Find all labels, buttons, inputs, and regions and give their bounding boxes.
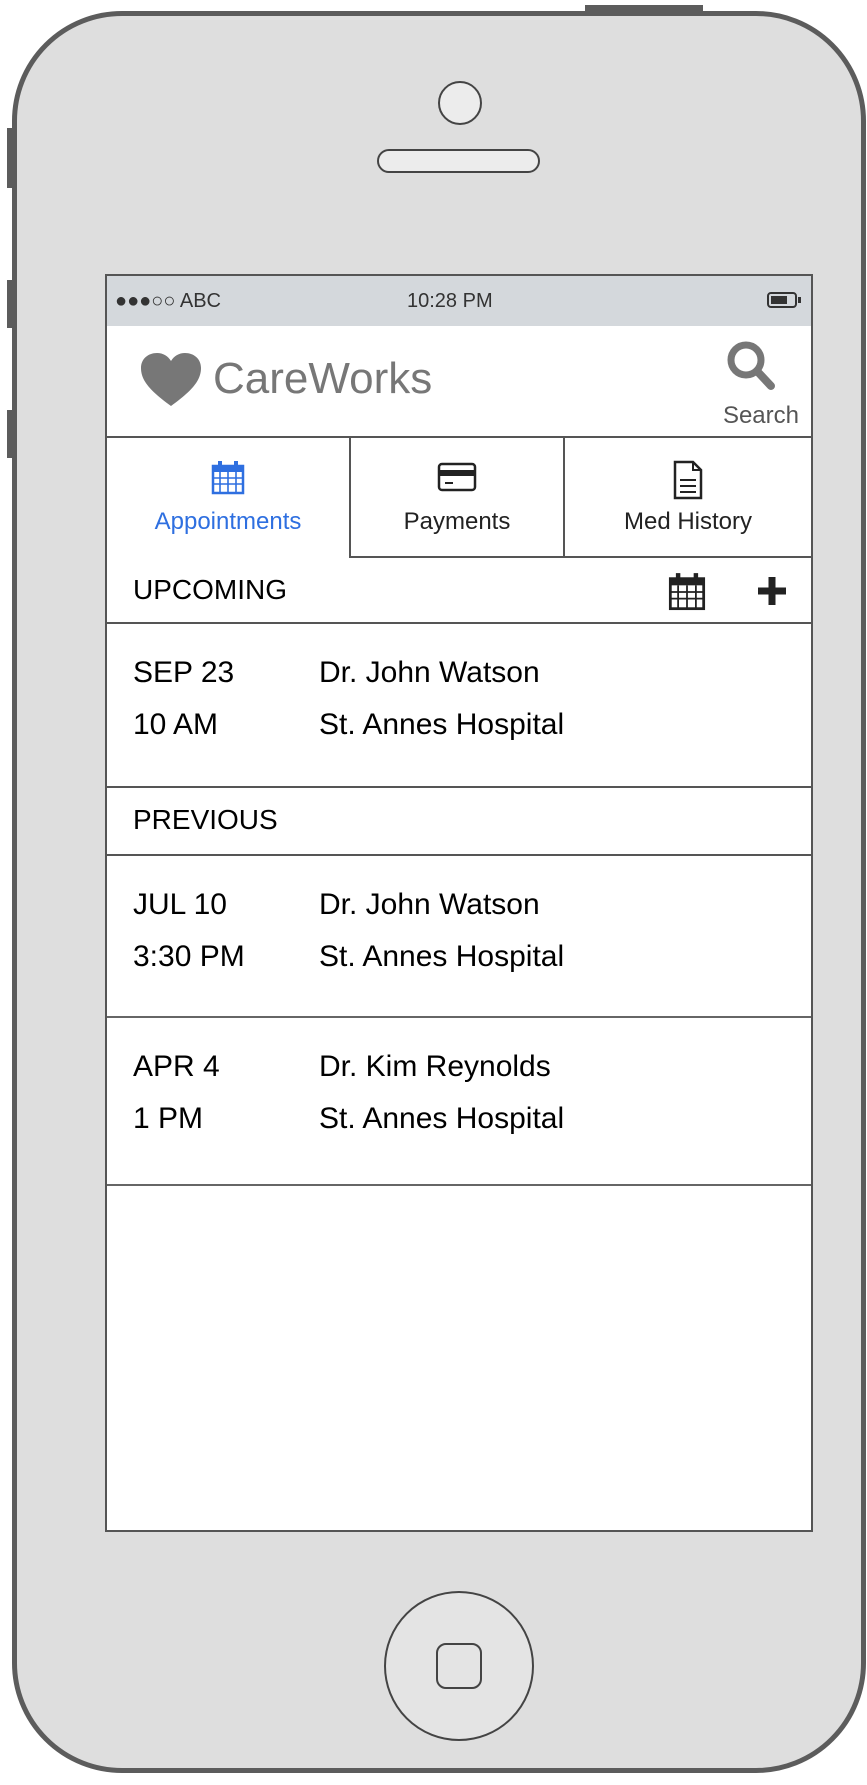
appointment-doctor: Dr. John Watson: [319, 656, 540, 689]
appointment-location: St. Annes Hospital: [319, 708, 565, 741]
search-label: Search: [722, 402, 799, 429]
volume-up-button: [7, 280, 15, 328]
status-bar: ●●●○○ ABC 10:28 PM: [107, 276, 811, 326]
document-icon: [673, 460, 703, 500]
tab-payments[interactable]: Payments: [349, 438, 563, 558]
appointment-time: 1 PM: [133, 1102, 204, 1135]
appointment-doctor: Dr. Kim Reynolds: [319, 1050, 551, 1083]
appointment-time: 3:30 PM: [133, 940, 245, 973]
tab-label: Payments: [403, 508, 511, 535]
section-title: UPCOMING: [133, 574, 287, 605]
front-camera: [438, 81, 482, 125]
section-title: PREVIOUS: [133, 804, 278, 835]
tab-label: Med History: [623, 508, 753, 535]
power-button: [585, 5, 703, 11]
phone-frame: ●●●○○ ABC 10:28 PM CareWorks Search Appo…: [7, 5, 866, 1773]
appointment-date: SEP 23: [133, 656, 235, 689]
tab-med-history[interactable]: Med History: [563, 438, 811, 558]
appointment-doctor: Dr. John Watson: [319, 888, 540, 921]
mute-switch: [7, 128, 15, 188]
app-header: CareWorks Search: [107, 326, 811, 438]
search-icon: [727, 341, 775, 390]
appointment-date: APR 4: [133, 1050, 220, 1083]
tab-bar: Appointments Payments Med History: [107, 438, 811, 558]
calendar-icon[interactable]: [667, 572, 707, 612]
battery-icon: [767, 292, 801, 308]
plus-icon[interactable]: [755, 574, 789, 608]
upcoming-header: UPCOMING: [107, 558, 811, 624]
home-button[interactable]: [384, 1591, 534, 1741]
appointment-location: St. Annes Hospital: [319, 940, 565, 973]
previous-header: PREVIOUS: [107, 786, 811, 856]
brand-name: CareWorks: [213, 354, 433, 403]
earpiece-speaker: [377, 149, 540, 173]
appointment-row[interactable]: APR 4 1 PM Dr. Kim Reynolds St. Annes Ho…: [107, 1018, 811, 1186]
home-square-icon: [436, 1643, 482, 1689]
calendar-icon: [211, 461, 245, 495]
appointment-time: 10 AM: [133, 708, 219, 741]
status-time: 10:28 PM: [407, 290, 493, 312]
credit-card-icon: [437, 462, 477, 492]
appointment-location: St. Annes Hospital: [319, 1102, 565, 1135]
volume-down-button: [7, 410, 15, 458]
tab-label: Appointments: [154, 508, 302, 535]
search-button[interactable]: Search: [707, 336, 799, 429]
tab-appointments[interactable]: Appointments: [107, 438, 349, 558]
appointment-row[interactable]: JUL 10 3:30 PM Dr. John Watson St. Annes…: [107, 856, 811, 1018]
carrier-signal: ●●●○○ ABC: [115, 290, 221, 312]
appointment-row[interactable]: SEP 23 10 AM Dr. John Watson St. Annes H…: [107, 624, 811, 786]
appointment-date: JUL 10: [133, 888, 227, 921]
screen: ●●●○○ ABC 10:28 PM CareWorks Search Appo…: [105, 274, 813, 1532]
heart-icon: [141, 353, 201, 406]
